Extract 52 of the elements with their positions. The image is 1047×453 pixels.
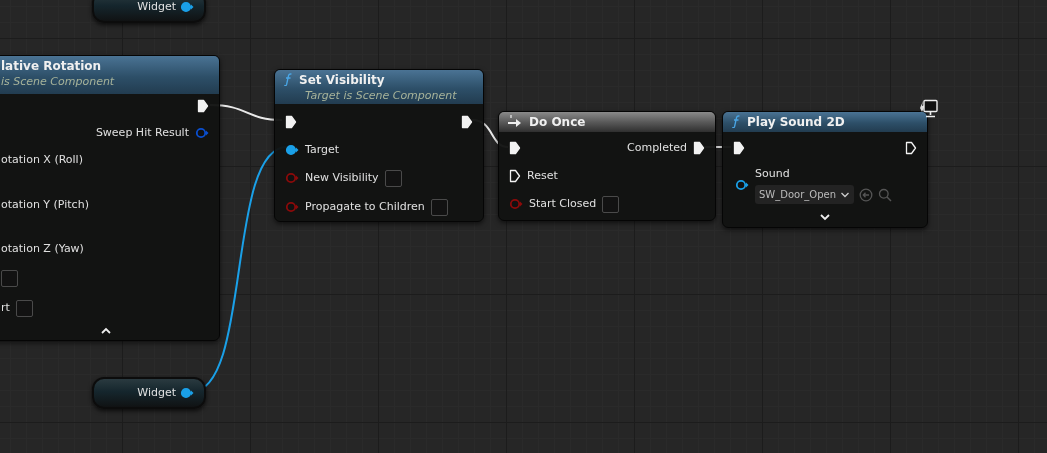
node-subtitle: Target is Scene Component xyxy=(304,88,457,103)
node-subtitle: is Scene Component xyxy=(1,74,115,89)
checkbox[interactable] xyxy=(15,299,33,317)
exec-pin-icon[interactable] xyxy=(461,115,473,129)
pin-label: Target xyxy=(305,141,340,158)
pin-label: Sound xyxy=(755,165,791,182)
data-pin-icon[interactable] xyxy=(180,387,194,399)
exec-pin-icon[interactable] xyxy=(285,115,297,129)
asset-dropdown[interactable]: SW_Door_Open xyxy=(755,185,854,205)
pin-label: New Visibility xyxy=(305,169,379,186)
pin-label: otation Y (Pitch) xyxy=(1,196,89,213)
pin-label: rt xyxy=(1,299,10,316)
checkbox[interactable] xyxy=(1,269,18,287)
data-pin-icon[interactable] xyxy=(735,179,749,191)
function-icon xyxy=(731,114,741,128)
pin-label: Sweep Hit Result xyxy=(95,124,189,141)
data-pin-icon[interactable] xyxy=(195,127,209,139)
node-card[interactable]: Set Visibility Target is Scene Component Target New Visibility Propagate to Children xyxy=(274,69,484,222)
node-title: Do Once xyxy=(529,114,586,130)
node-card[interactable]: Play Sound 2D Sound SW_Door_Open xyxy=(722,111,928,228)
macro-icon xyxy=(507,114,523,128)
pin-label: Reset xyxy=(527,167,558,184)
checkbox[interactable] xyxy=(384,169,402,187)
pin-label: Completed xyxy=(627,139,687,156)
checkbox[interactable] xyxy=(430,198,448,216)
node-card[interactable]: lative Rotation is Scene Component Sweep Hit Result otation X (Roll) otation Y (Pitch) otation Z (Yaw) rt xyxy=(0,55,220,341)
exec-pin-icon[interactable] xyxy=(509,141,521,155)
exec-pin-icon[interactable] xyxy=(905,141,917,155)
data-pin-icon[interactable] xyxy=(180,1,194,13)
pin-label: Start Closed xyxy=(529,195,597,212)
exec-pin-icon[interactable] xyxy=(197,99,209,113)
pin-label: otation Z (Yaw) xyxy=(1,240,84,257)
search-icon[interactable] xyxy=(878,187,892,202)
variable-node[interactable]: Widget xyxy=(92,377,206,409)
variable-node[interactable]: Widget xyxy=(92,0,206,23)
checkbox[interactable] xyxy=(602,195,620,213)
node-title: lative Rotation xyxy=(1,58,103,74)
function-icon xyxy=(283,72,293,86)
node-card[interactable]: Do Once Completed Reset Start Closed xyxy=(498,111,716,221)
node-title: Widget xyxy=(137,0,176,15)
pin-label: Propagate to Children xyxy=(305,198,425,215)
node-title: Set Visibility xyxy=(299,72,386,88)
caret-icon xyxy=(840,190,850,199)
chevron-down-icon[interactable] xyxy=(819,212,831,221)
node-title: Widget xyxy=(137,384,176,401)
node-title: Play Sound 2D xyxy=(747,114,845,130)
exec-pin-icon[interactable] xyxy=(693,141,705,155)
data-pin-icon[interactable] xyxy=(285,144,299,156)
pin-label: otation X (Roll) xyxy=(1,151,83,168)
exec-pin-icon[interactable] xyxy=(733,141,745,155)
exec-pin-icon[interactable] xyxy=(509,169,521,183)
chevron-up-icon[interactable] xyxy=(99,327,112,335)
